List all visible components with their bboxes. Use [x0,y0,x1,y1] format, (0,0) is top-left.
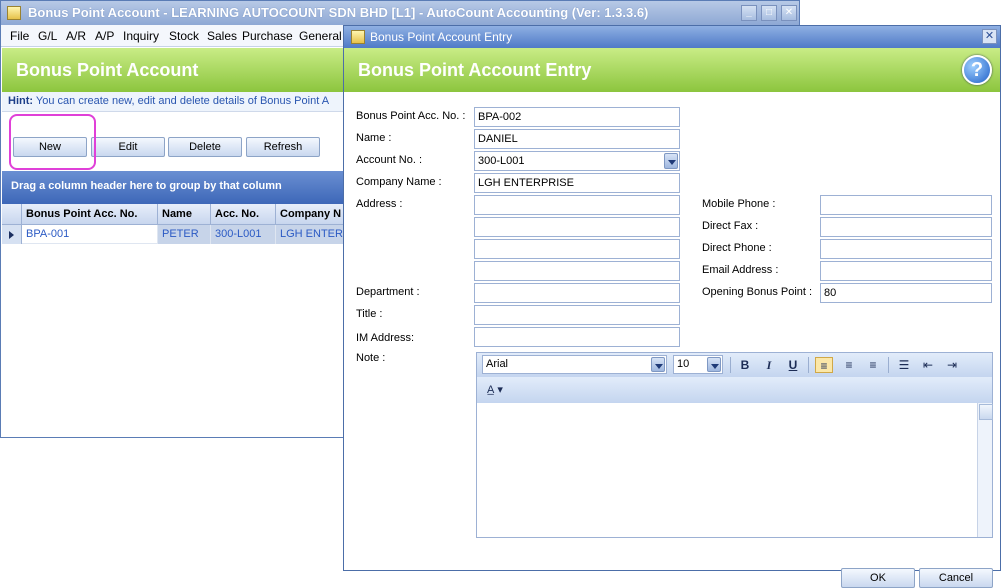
mobile-phone-field[interactable] [820,195,992,215]
main-banner-title: Bonus Point Account [16,60,199,80]
menu-purchase[interactable]: Purchase [242,29,293,43]
align-right-icon[interactable]: ≡ [864,357,882,373]
label-address: Address : [356,198,403,210]
note-text-area[interactable] [477,403,977,537]
ok-button[interactable]: OK [841,568,915,588]
menu-gl[interactable]: G/L [38,29,57,43]
label-name: Name : [356,132,392,144]
chevron-down-icon[interactable] [664,153,678,169]
bonus-point-entry-dialog: Bonus Point Account Entry ✕ Bonus Point … [343,25,1001,588]
new-button-highlight [9,114,96,170]
opening-bonus-point-field[interactable]: 80 [820,283,992,303]
column-header-name[interactable]: Name [158,204,211,225]
cell-name[interactable]: PETER [158,225,211,244]
direct-phone-field[interactable] [820,239,992,259]
menu-ar[interactable]: A/R [66,29,86,43]
chevron-down-icon[interactable] [707,357,721,372]
label-im-address: IM Address: [356,332,415,344]
editor-format-toolbar: Arial 10 B I U ≡ ≡ ≡ ☰ ⇤ ⇥ [477,353,992,377]
dialog-banner-title: Bonus Point Account Entry [358,60,592,80]
underline-button[interactable]: U [784,357,802,373]
column-header-company[interactable]: Company N [276,204,346,225]
bullet-list-icon[interactable]: ☰ [895,357,913,373]
toolbar-separator [730,357,731,373]
bonus-acc-no-field[interactable]: BPA-002 [474,107,680,127]
dialog-banner: Bonus Point Account Entry ? [344,48,1000,92]
direct-fax-field[interactable] [820,217,992,237]
dialog-title: Bonus Point Account Entry [370,30,513,44]
cancel-button[interactable]: Cancel [919,568,993,588]
chevron-down-icon[interactable] [651,357,665,372]
address-line-4[interactable] [474,261,680,281]
grid-indicator-header [2,204,22,225]
label-direct-phone: Direct Phone : [702,242,772,254]
delete-button[interactable]: Delete [168,137,242,157]
close-icon[interactable]: ✕ [781,5,797,21]
account-no-combo[interactable]: 300-L001 [474,151,680,171]
close-icon[interactable]: ✕ [982,29,997,44]
company-name-field[interactable]: LGH ENTERPRISE [474,173,680,193]
label-opening-bonus-point: Opening Bonus Point : [702,286,813,298]
minimize-icon[interactable]: _ [741,5,757,21]
label-department: Department : [356,286,420,298]
note-editor: Arial 10 B I U ≡ ≡ ≡ ☰ ⇤ ⇥ A̲ ▾ [476,352,993,538]
editor-style-toolbar: A̲ ▾ [477,377,992,403]
indent-icon[interactable]: ⇥ [943,357,961,373]
note-scrollbar[interactable] [977,403,993,537]
address-line-1[interactable] [474,195,680,215]
menu-inquiry[interactable]: Inquiry [123,29,159,43]
italic-button[interactable]: I [760,357,778,373]
font-family-select[interactable]: Arial [482,355,667,374]
address-line-3[interactable] [474,239,680,259]
cell-account[interactable]: 300-L001 [211,225,276,244]
maximize-icon[interactable]: □ [761,5,777,21]
menu-stock[interactable]: Stock [169,29,199,43]
main-window-title: Bonus Point Account - LEARNING AUTOCOUNT… [28,5,649,20]
department-field[interactable] [474,283,680,303]
menu-ap[interactable]: A/P [95,29,114,43]
im-address-field[interactable] [474,327,680,347]
hint-label: Hint: [8,95,34,107]
menu-file[interactable]: File [10,29,29,43]
menu-sales[interactable]: Sales [207,29,237,43]
cell-acc-no[interactable]: BPA-001 [22,225,158,244]
label-note: Note : [356,352,386,364]
bold-button[interactable]: B [736,357,754,373]
app-icon [7,6,21,20]
menu-general[interactable]: General [299,29,342,43]
help-icon[interactable]: ? [962,55,992,85]
font-family-value: Arial [486,358,509,370]
label-bonus-acc-no: Bonus Point Acc. No. : [356,110,466,122]
name-field[interactable]: DANIEL [474,129,680,149]
label-company-name: Company Name : [356,176,442,188]
column-header-account[interactable]: Acc. No. [211,204,276,225]
dialog-title-bar[interactable]: Bonus Point Account Entry ✕ [344,26,1000,48]
toolbar-separator [808,357,809,373]
cell-company[interactable]: LGH ENTERPRISE [276,225,346,244]
column-header-acc-no[interactable]: Bonus Point Acc. No. [22,204,158,225]
address-line-2[interactable] [474,217,680,237]
label-email-address: Email Address : [702,264,779,276]
label-account-no: Account No. : [356,154,423,166]
label-title: Title : [356,308,383,320]
label-direct-fax: Direct Fax : [702,220,759,232]
align-center-icon[interactable]: ≡ [840,357,858,373]
account-no-value: 300-L001 [478,155,525,167]
font-size-select[interactable]: 10 [673,355,723,374]
main-title-bar[interactable]: Bonus Point Account - LEARNING AUTOCOUNT… [1,1,799,25]
dialog-icon [351,30,365,44]
refresh-button[interactable]: Refresh [246,137,320,157]
text-style-icon[interactable]: A̲ ▾ [481,382,509,398]
font-size-value: 10 [677,358,690,370]
hint-text: You can create new, edit and delete deta… [35,95,330,107]
row-indicator-icon [2,225,22,244]
toolbar-separator [888,357,889,373]
edit-button[interactable]: Edit [91,137,165,157]
outdent-icon[interactable]: ⇤ [919,357,937,373]
label-mobile-phone: Mobile Phone : [702,198,776,210]
dialog-body: Bonus Point Acc. No. : Name : Account No… [344,92,1000,588]
align-left-icon[interactable]: ≡ [815,357,833,373]
email-address-field[interactable] [820,261,992,281]
title-field[interactable] [474,305,680,325]
